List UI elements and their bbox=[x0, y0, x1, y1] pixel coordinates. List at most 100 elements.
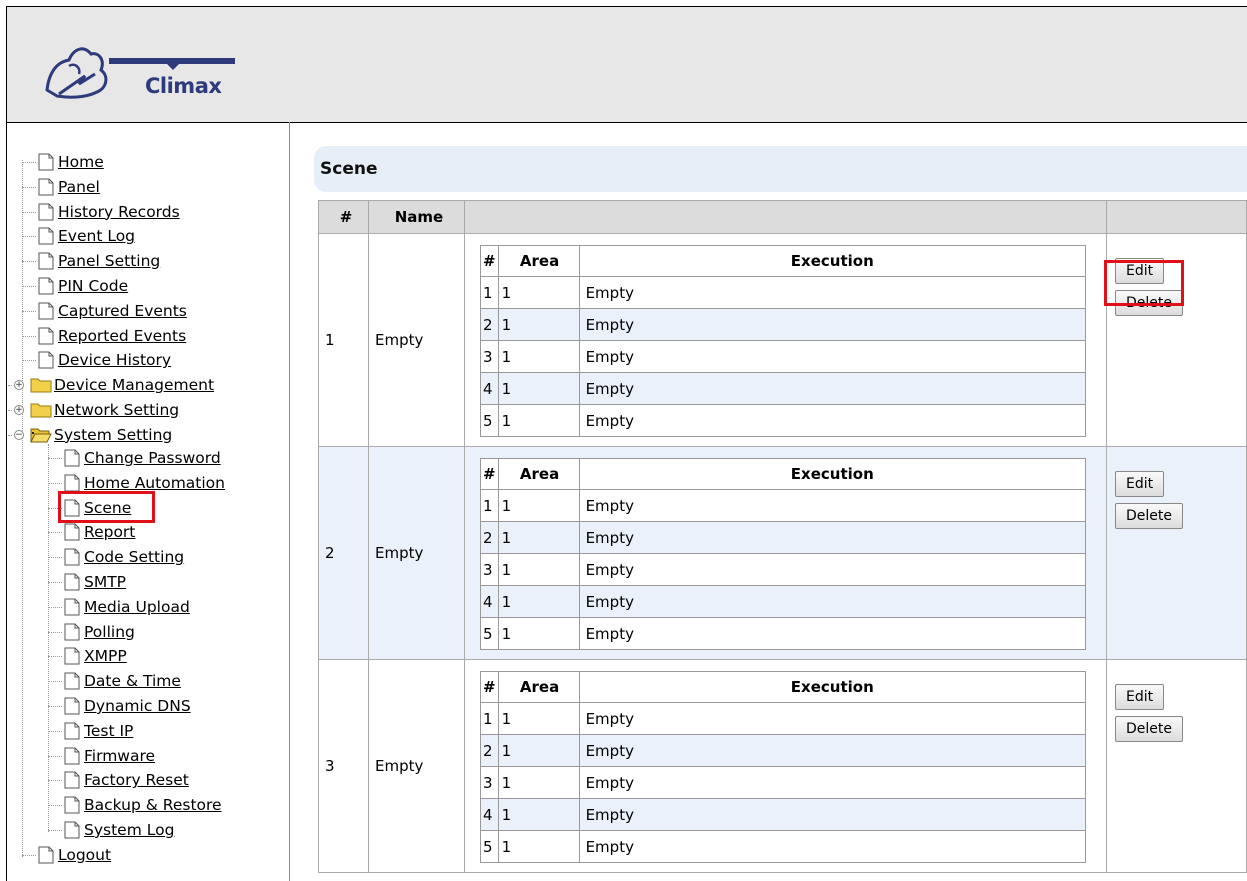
execution-num: 2 bbox=[480, 521, 499, 554]
nav-item-panel-setting-link[interactable]: Panel Setting bbox=[58, 252, 160, 270]
nav-item-change-password-link[interactable]: Change Password bbox=[84, 449, 221, 467]
delete-button[interactable]: Delete bbox=[1115, 503, 1183, 529]
execution-row: 3 1 Empty bbox=[480, 553, 1087, 586]
nav-item-panel-setting[interactable]: Panel Setting bbox=[22, 249, 160, 273]
nav-item-test-ip-link[interactable]: Test IP bbox=[84, 722, 133, 740]
nav-item-system-log[interactable]: System Log bbox=[48, 818, 174, 842]
nav-item-history-records-link[interactable]: History Records bbox=[58, 203, 180, 221]
col-header-num: # bbox=[318, 200, 369, 234]
nav-item-home-link[interactable]: Home bbox=[58, 153, 104, 171]
execution-row: 3 1 Empty bbox=[480, 766, 1087, 799]
nav-item-event-log[interactable]: Event Log bbox=[22, 224, 135, 248]
execution-area: 1 bbox=[497, 489, 580, 522]
nav-item-xmpp[interactable]: XMPP bbox=[48, 644, 127, 668]
nav-item-reported-events[interactable]: Reported Events bbox=[22, 324, 186, 348]
edit-button[interactable]: Edit bbox=[1115, 684, 1165, 710]
nav-item-xmpp-link[interactable]: XMPP bbox=[84, 647, 127, 665]
page-title-bar: Scene bbox=[314, 146, 1247, 192]
nav-item-reported-events-link[interactable]: Reported Events bbox=[58, 327, 186, 345]
nav-item-panel-link[interactable]: Panel bbox=[58, 178, 100, 196]
delete-button[interactable]: Delete bbox=[1115, 716, 1183, 742]
climax-logo[interactable]: Climax bbox=[39, 32, 249, 107]
nav-item-pin-code[interactable]: PIN Code bbox=[22, 274, 128, 298]
page-icon bbox=[38, 351, 54, 369]
execution-num: 4 bbox=[480, 585, 499, 618]
sub-header-num: # bbox=[480, 458, 499, 490]
scene-detail-cell: # Area Execution 1 1 Empty 2 1 Empty 3 1 Empty 4 1 Emp… bbox=[464, 446, 1107, 660]
scene-actions: Edit Delete bbox=[1106, 446, 1247, 660]
nav-item-device-management[interactable]: + Device Management bbox=[8, 373, 214, 397]
execution-area: 1 bbox=[497, 585, 580, 618]
nav-item-change-password[interactable]: Change Password bbox=[48, 446, 221, 470]
nav-item-logout-link[interactable]: Logout bbox=[58, 846, 111, 864]
nav-item-test-ip[interactable]: Test IP bbox=[48, 719, 133, 743]
nav-item-event-log-link[interactable]: Event Log bbox=[58, 227, 135, 245]
nav-item-factory-reset-link[interactable]: Factory Reset bbox=[84, 771, 189, 789]
nav-item-home-automation-link[interactable]: Home Automation bbox=[84, 474, 225, 492]
edit-button[interactable]: Edit bbox=[1115, 471, 1165, 497]
nav-item-backup-restore-link[interactable]: Backup & Restore bbox=[84, 796, 222, 814]
nav-item-code-setting-link[interactable]: Code Setting bbox=[84, 548, 184, 566]
nav-item-system-log-link[interactable]: System Log bbox=[84, 821, 174, 839]
nav-item-history-records[interactable]: History Records bbox=[22, 200, 180, 224]
nav-item-system-setting[interactable]: − System Setting bbox=[8, 423, 172, 447]
page-icon bbox=[64, 523, 80, 541]
execution-area: 1 bbox=[497, 308, 580, 341]
nav-item-network-setting[interactable]: + Network Setting bbox=[8, 398, 179, 422]
nav-item-polling-link[interactable]: Polling bbox=[84, 623, 135, 641]
execution-row: 4 1 Empty bbox=[480, 372, 1087, 405]
nav-item-firmware-link[interactable]: Firmware bbox=[84, 747, 155, 765]
execution-area: 1 bbox=[497, 372, 580, 405]
execution-num: 1 bbox=[480, 276, 499, 309]
nav-item-pin-code-link[interactable]: PIN Code bbox=[58, 277, 128, 295]
execution-value: Empty bbox=[578, 702, 1087, 735]
execution-area: 1 bbox=[497, 340, 580, 373]
scene-execution-table: # Area Execution 1 1 Empty 2 1 Empty 3 1 Empty 4 1 Emp… bbox=[480, 458, 1087, 650]
nav-item-media-upload[interactable]: Media Upload bbox=[48, 595, 190, 619]
execution-row: 5 1 Empty bbox=[480, 404, 1087, 437]
execution-num: 4 bbox=[480, 798, 499, 831]
execution-value: Empty bbox=[578, 734, 1087, 767]
sub-header-num: # bbox=[480, 671, 499, 703]
scene-row: 2 Empty # Area Execution 1 1 Empty 2 1 Empty 3 1 Empt… bbox=[318, 446, 1247, 660]
execution-num: 2 bbox=[480, 308, 499, 341]
nav-item-report[interactable]: Report bbox=[48, 520, 135, 544]
nav-item-dynamic-dns-link[interactable]: Dynamic DNS bbox=[84, 697, 191, 715]
nav-item-smtp[interactable]: SMTP bbox=[48, 570, 126, 594]
nav-item-date-time-link[interactable]: Date & Time bbox=[84, 672, 181, 690]
nav-item-report-link[interactable]: Report bbox=[84, 523, 135, 541]
nav-item-device-history-link[interactable]: Device History bbox=[58, 351, 171, 369]
nav-item-dynamic-dns[interactable]: Dynamic DNS bbox=[48, 694, 191, 718]
execution-area: 1 bbox=[497, 276, 580, 309]
scene-actions: Edit Delete bbox=[1106, 659, 1247, 873]
page-icon bbox=[64, 821, 80, 839]
collapse-icon[interactable]: − bbox=[14, 429, 24, 440]
page-icon bbox=[64, 474, 80, 492]
page-icon bbox=[38, 203, 54, 221]
nav-item-device-management-link[interactable]: Device Management bbox=[54, 376, 214, 394]
expand-icon[interactable]: + bbox=[14, 405, 24, 415]
execution-row: 2 1 Empty bbox=[480, 521, 1087, 554]
nav-item-home[interactable]: Home bbox=[22, 150, 104, 174]
nav-item-backup-restore[interactable]: Backup & Restore bbox=[48, 793, 222, 817]
highlight-scene-nav bbox=[58, 491, 155, 523]
nav-item-logout[interactable]: Logout bbox=[22, 843, 111, 867]
nav-item-device-history[interactable]: Device History bbox=[22, 348, 171, 372]
nav-item-system-setting-link[interactable]: System Setting bbox=[54, 426, 172, 444]
page-icon bbox=[38, 846, 54, 864]
execution-area: 1 bbox=[497, 830, 580, 863]
execution-row: 4 1 Empty bbox=[480, 585, 1087, 618]
nav-item-captured-events-link[interactable]: Captured Events bbox=[58, 302, 187, 320]
nav-item-captured-events[interactable]: Captured Events bbox=[22, 299, 187, 323]
sub-header-execution: Execution bbox=[578, 245, 1087, 277]
nav-item-media-upload-link[interactable]: Media Upload bbox=[84, 598, 190, 616]
nav-item-network-setting-link[interactable]: Network Setting bbox=[54, 401, 179, 419]
nav-item-code-setting[interactable]: Code Setting bbox=[48, 545, 184, 569]
nav-item-polling[interactable]: Polling bbox=[48, 620, 135, 644]
nav-item-date-time[interactable]: Date & Time bbox=[48, 669, 181, 693]
nav-item-firmware[interactable]: Firmware bbox=[48, 744, 155, 768]
expand-icon[interactable]: + bbox=[14, 380, 24, 391]
nav-item-panel[interactable]: Panel bbox=[22, 175, 100, 199]
nav-item-factory-reset[interactable]: Factory Reset bbox=[48, 768, 189, 792]
nav-item-smtp-link[interactable]: SMTP bbox=[84, 573, 126, 591]
